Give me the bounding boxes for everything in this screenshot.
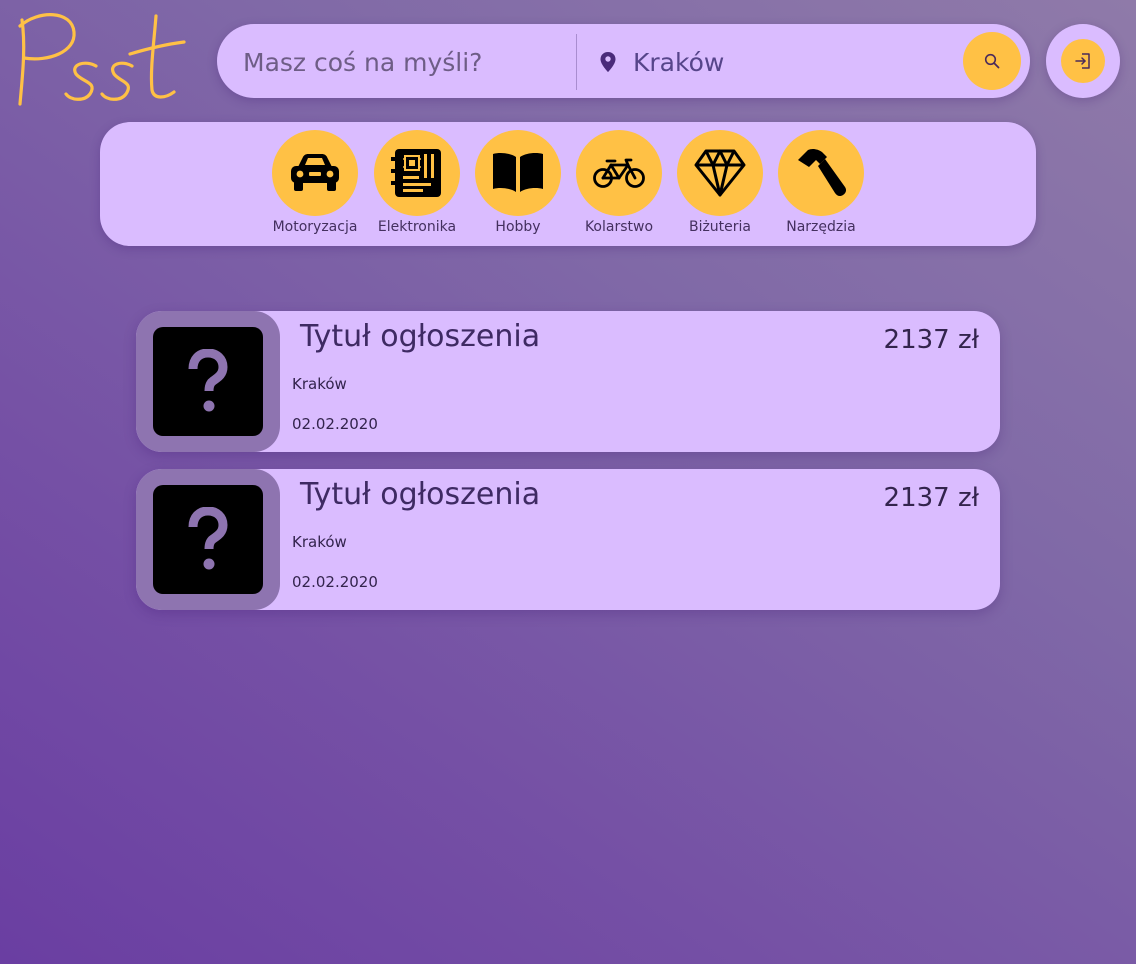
category-icon-circle xyxy=(677,130,763,216)
car-icon xyxy=(291,154,339,191)
category-bar: Motoryzacja Elektronika Hobby Kolarstwo … xyxy=(100,122,1036,246)
category-motoryzacja[interactable]: Motoryzacja xyxy=(265,130,365,235)
search-input[interactable] xyxy=(241,37,565,87)
category-elektronika[interactable]: Elektronika xyxy=(367,130,467,235)
category-icon-circle xyxy=(374,130,460,216)
category-label: Elektronika xyxy=(377,219,457,235)
listing-location: Kraków xyxy=(292,375,347,393)
category-icon-circle xyxy=(272,130,358,216)
location-input[interactable] xyxy=(631,37,955,87)
category-label: Biżuteria xyxy=(688,219,752,235)
listing-title[interactable]: Tytuł ogłoszenia xyxy=(300,477,540,512)
category-label: Hobby xyxy=(495,219,541,235)
map-pin-icon xyxy=(600,52,616,72)
listing-image xyxy=(153,485,263,594)
category-label: Kolarstwo xyxy=(584,219,654,235)
search-icon xyxy=(984,53,1000,69)
placeholder-question-icon xyxy=(188,348,228,411)
listing-price: 2137 zł xyxy=(883,483,979,513)
category-narzedzia[interactable]: Narzędzia xyxy=(771,130,871,235)
listing-card[interactable]: Tytuł ogłoszenia 2137 zł Kraków 02.02.20… xyxy=(136,311,1000,452)
category-icon-circle xyxy=(475,130,561,216)
category-icon-circle xyxy=(778,130,864,216)
listing-card[interactable]: Tytuł ogłoszenia 2137 zł Kraków 02.02.20… xyxy=(136,469,1000,610)
search-divider xyxy=(576,34,577,90)
placeholder-question-icon xyxy=(188,506,228,569)
category-hobby[interactable]: Hobby xyxy=(468,130,568,235)
circuit-board-icon xyxy=(391,149,441,197)
diamond-icon xyxy=(694,149,746,197)
login-container xyxy=(1046,24,1120,98)
category-label: Motoryzacja xyxy=(272,219,358,235)
login-icon xyxy=(1075,53,1090,69)
login-button[interactable] xyxy=(1061,39,1105,83)
listing-price: 2137 zł xyxy=(883,325,979,355)
search-button[interactable] xyxy=(963,32,1021,90)
psst-logo[interactable] xyxy=(12,8,190,112)
listing-date: 02.02.2020 xyxy=(292,573,378,591)
listing-image xyxy=(153,327,263,436)
category-kolarstwo[interactable]: Kolarstwo xyxy=(569,130,669,235)
listing-date: 02.02.2020 xyxy=(292,415,378,433)
listing-thumbnail xyxy=(136,311,280,452)
book-icon xyxy=(493,153,543,192)
category-label: Narzędzia xyxy=(786,219,856,235)
listing-location: Kraków xyxy=(292,533,347,551)
listing-thumbnail xyxy=(136,469,280,610)
search-bar xyxy=(217,24,1030,98)
bicycle-icon xyxy=(593,158,645,188)
hammer-icon xyxy=(798,148,847,197)
category-icon-circle xyxy=(576,130,662,216)
category-bizuteria[interactable]: Biżuteria xyxy=(670,130,770,235)
listing-title[interactable]: Tytuł ogłoszenia xyxy=(300,319,540,354)
